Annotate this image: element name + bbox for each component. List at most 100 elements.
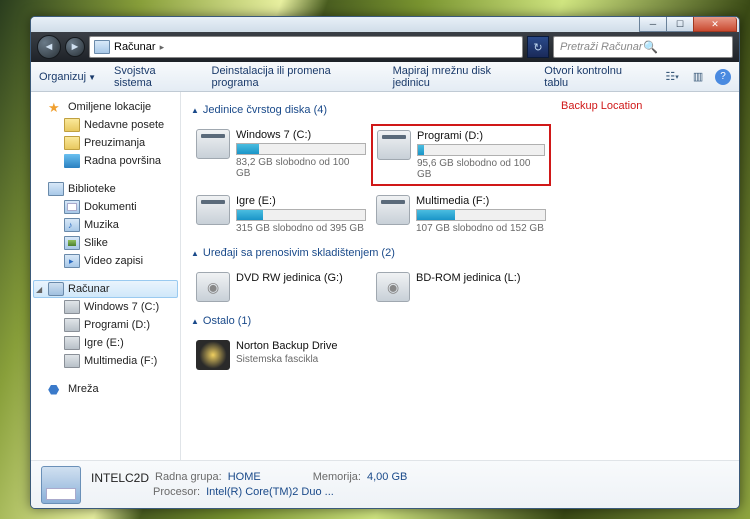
drive-c[interactable]: Windows 7 (C:) 83,2 GB slobodno od 100 G… xyxy=(191,124,371,186)
star-icon: ★ xyxy=(48,100,64,114)
computer-name: INTELC2D xyxy=(91,471,149,485)
section-hard-disks[interactable]: ▲Jedinice čvrstog diska (4) xyxy=(191,104,729,116)
drive-subtitle: Sistemska fascikla xyxy=(236,354,366,365)
drive-f[interactable]: Multimedia (F:) 107 GB slobodno od 152 G… xyxy=(371,190,551,239)
capacity-bar xyxy=(236,209,366,221)
drive-icon xyxy=(376,195,410,225)
maximize-button[interactable]: ☐ xyxy=(666,17,694,32)
breadcrumb[interactable]: Računar xyxy=(114,41,156,53)
refresh-button[interactable]: ↻ xyxy=(527,36,549,58)
section-removable[interactable]: ▲Uređaji sa prenosivim skladištenjem (2) xyxy=(191,247,729,259)
dvd-drive-icon xyxy=(196,272,230,302)
address-box[interactable]: Računar ▸ xyxy=(89,36,523,58)
desktop-icon xyxy=(64,154,80,168)
documents-icon xyxy=(64,200,80,214)
minimize-button[interactable]: ─ xyxy=(639,17,667,32)
sidebar-documents[interactable]: Dokumenti xyxy=(33,198,178,216)
sidebar-libraries[interactable]: Biblioteke xyxy=(33,180,178,198)
workgroup-label: Radna grupa: xyxy=(155,471,222,485)
map-network-drive-button[interactable]: Mapiraj mrežnu disk jedinicu xyxy=(393,65,527,89)
collapse-icon[interactable]: ▲ xyxy=(191,249,199,258)
computer-icon xyxy=(94,40,110,54)
sidebar-recent[interactable]: Nedavne posete xyxy=(33,116,178,134)
drive-d[interactable]: Programi (D:) 95,6 GB slobodno od 100 GB xyxy=(371,124,551,186)
titlebar[interactable]: ─ ☐ ✕ xyxy=(31,17,739,32)
drive-free-text: 95,6 GB slobodno od 100 GB xyxy=(417,158,545,180)
organize-menu[interactable]: Organizuj▼ xyxy=(39,71,96,83)
chevron-right-icon[interactable]: ▸ xyxy=(160,42,165,53)
sidebar-music[interactable]: Muzika xyxy=(33,216,178,234)
backup-location-annotation: Backup Location xyxy=(561,100,642,112)
sidebar-drive-e[interactable]: Igre (E:) xyxy=(33,334,178,352)
drive-icon xyxy=(64,318,80,332)
sidebar-drive-d[interactable]: Programi (D:) xyxy=(33,316,178,334)
sidebar-downloads[interactable]: Preuzimanja xyxy=(33,134,178,152)
close-button[interactable]: ✕ xyxy=(693,17,737,32)
drive-e[interactable]: Igre (E:) 315 GB slobodno od 395 GB xyxy=(191,190,371,239)
capacity-bar xyxy=(417,144,545,156)
navigation-pane: ★Omiljene lokacije Nedavne posete Preuzi… xyxy=(31,92,181,460)
sidebar-videos[interactable]: Video zapisi xyxy=(33,252,178,270)
help-button[interactable]: ? xyxy=(715,69,731,85)
collapse-icon[interactable]: ▲ xyxy=(191,317,199,326)
drive-l-bdrom[interactable]: BD-ROM jedinica (L:) xyxy=(371,267,551,307)
drive-g-dvd[interactable]: DVD RW jedinica (G:) xyxy=(191,267,371,307)
back-button[interactable]: ◄ xyxy=(37,35,61,59)
drive-label: Windows 7 (C:) xyxy=(236,129,366,141)
drive-label: Norton Backup Drive xyxy=(236,340,366,352)
forward-button[interactable]: ► xyxy=(65,37,85,57)
sidebar-drive-c[interactable]: Windows 7 (C:) xyxy=(33,298,178,316)
details-pane: INTELC2D Radna grupa: HOME Memorija: 4,0… xyxy=(31,460,739,508)
libraries-icon xyxy=(48,182,64,196)
workgroup-value: HOME xyxy=(228,471,261,485)
expand-icon[interactable]: ◢ xyxy=(36,285,42,294)
preview-pane-button[interactable]: ▥ xyxy=(689,68,707,86)
body: ★Omiljene lokacije Nedavne posete Preuzi… xyxy=(31,92,739,460)
drive-icon xyxy=(64,354,80,368)
norton-backup-drive[interactable]: Norton Backup Drive Sistemska fascikla xyxy=(191,335,371,375)
address-bar: ◄ ► Računar ▸ ↻ Pretraži Računar 🔍 xyxy=(31,32,739,62)
view-options-button[interactable]: ☷▾ xyxy=(663,68,681,86)
computer-icon xyxy=(48,282,64,296)
drive-label: DVD RW jedinica (G:) xyxy=(236,272,366,284)
computer-large-icon xyxy=(41,466,81,504)
content-pane: ▲Jedinice čvrstog diska (4) Windows 7 (C… xyxy=(181,92,739,460)
folder-icon xyxy=(64,118,80,132)
section-other[interactable]: ▲Ostalo (1) xyxy=(191,315,729,327)
drive-label: Igre (E:) xyxy=(236,195,366,207)
uninstall-programs-button[interactable]: Deinstalacija ili promena programa xyxy=(212,65,375,89)
processor-label: Procesor: xyxy=(153,486,200,498)
music-icon xyxy=(64,218,80,232)
norton-icon xyxy=(196,340,230,370)
search-icon: 🔍 xyxy=(643,40,726,54)
control-panel-button[interactable]: Otvori kontrolnu tablu xyxy=(544,65,645,89)
drive-icon xyxy=(64,300,80,314)
sidebar-pictures[interactable]: Slike xyxy=(33,234,178,252)
drive-icon xyxy=(377,130,411,160)
memory-value: 4,00 GB xyxy=(367,471,407,485)
capacity-bar xyxy=(416,209,546,221)
network-icon: ⬣ xyxy=(48,382,64,396)
sidebar-favorites[interactable]: ★Omiljene lokacije xyxy=(33,98,178,116)
drive-icon xyxy=(64,336,80,350)
sidebar-desktop[interactable]: Radna površina xyxy=(33,152,178,170)
videos-icon xyxy=(64,254,80,268)
drive-free-text: 315 GB slobodno od 395 GB xyxy=(236,223,366,234)
drive-icon xyxy=(196,129,230,159)
drive-label: BD-ROM jedinica (L:) xyxy=(416,272,546,284)
drive-label: Multimedia (F:) xyxy=(416,195,546,207)
processor-value: Intel(R) Core(TM)2 Duo ... xyxy=(206,486,334,498)
bdrom-drive-icon xyxy=(376,272,410,302)
collapse-icon[interactable]: ▲ xyxy=(191,106,199,115)
toolbar: Organizuj▼ Svojstva sistema Deinstalacij… xyxy=(31,62,739,92)
sidebar-drive-f[interactable]: Multimedia (F:) xyxy=(33,352,178,370)
capacity-bar xyxy=(236,143,366,155)
system-properties-button[interactable]: Svojstva sistema xyxy=(114,65,194,89)
explorer-window: ─ ☐ ✕ ◄ ► Računar ▸ ↻ Pretraži Računar 🔍… xyxy=(30,16,740,509)
sidebar-network[interactable]: ⬣Mreža xyxy=(33,380,178,398)
search-input[interactable]: Pretraži Računar 🔍 xyxy=(553,36,733,58)
drive-label: Programi (D:) xyxy=(417,130,545,142)
memory-label: Memorija: xyxy=(313,471,361,485)
sidebar-computer[interactable]: ◢Računar xyxy=(33,280,178,298)
folder-icon xyxy=(64,136,80,150)
